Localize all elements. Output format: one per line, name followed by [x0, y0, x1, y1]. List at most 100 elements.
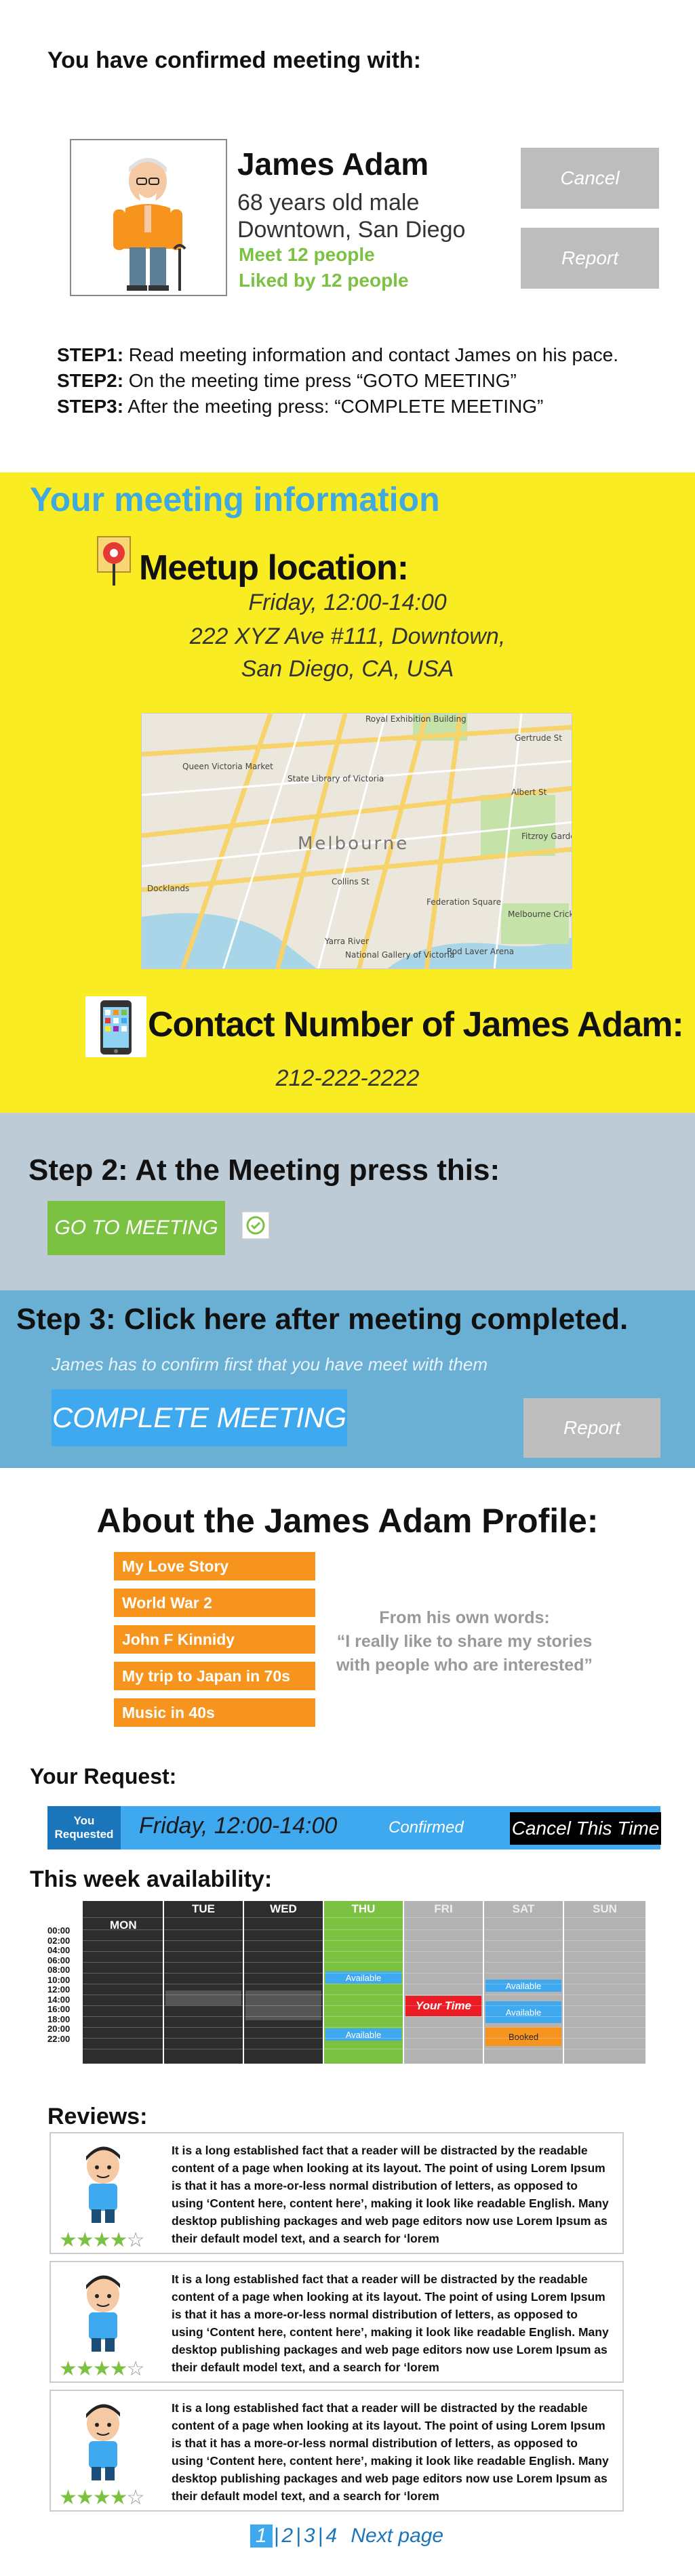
day-label: TUE — [192, 1902, 215, 1915]
star-icon: ★★★★ — [59, 2487, 128, 2509]
day-label: MON — [110, 1919, 137, 1931]
map-pin-icon — [96, 535, 132, 587]
reviewer-avatar-icon — [86, 2275, 120, 2352]
day-label: SAT — [512, 1902, 535, 1915]
map-label: Collins St — [332, 877, 370, 886]
meet-count: Meet 12 people — [239, 244, 375, 265]
slot-available[interactable]: Available — [325, 2028, 401, 2041]
goto-meeting-button[interactable]: GO TO MEETING — [47, 1201, 225, 1255]
map-label: Yarra River — [324, 937, 369, 946]
request-heading: Your Request: — [30, 1764, 177, 1788]
review-text: It is a long established fact that a rea… — [172, 2401, 609, 2503]
review-text: It is a long established fact that a rea… — [172, 2272, 609, 2374]
page-link-1[interactable]: 1 — [250, 2524, 273, 2548]
meeting-map[interactable]: Queen Victoria Market State Library of V… — [141, 713, 572, 969]
availability-heading: This week availability: — [30, 1866, 273, 1892]
story-tag[interactable]: Music in 40s — [114, 1698, 315, 1727]
day-column-wed: WED — [244, 1901, 323, 2064]
contact-phone[interactable]: 212-222-2222 — [0, 1065, 695, 1092]
slot-available[interactable]: Available — [485, 2001, 561, 2023]
slot-available[interactable]: Available — [485, 1980, 561, 1992]
meeting-address-line1: 222 XYZ Ave #111, Downtown, — [189, 623, 506, 649]
map-label: Royal Exhibition Building — [365, 714, 466, 724]
map-city-label: Melbourne — [298, 834, 409, 854]
step-3: STEP3: After the meeting press: “COMPLET… — [57, 396, 544, 417]
story-tag[interactable]: World War 2 — [114, 1589, 315, 1617]
review-card: ★★★★☆ It is a long established fact that… — [49, 2261, 624, 2383]
step3-report-button[interactable]: Report — [523, 1398, 660, 1458]
profile-location: Downtown, San Diego — [237, 217, 466, 243]
slot-your-time[interactable]: Your Time — [405, 1996, 481, 2016]
profile-age-gender: 68 years old male — [237, 190, 420, 216]
map-label: National Gallery of Victoria — [345, 950, 454, 960]
map-label: State Library of Victoria — [287, 774, 384, 783]
cancel-button[interactable]: Cancel — [521, 148, 659, 209]
map-label: Albert St — [511, 788, 547, 797]
complete-meeting-button[interactable]: COMPLETE MEETING — [52, 1389, 347, 1446]
map-label: Federation Square — [426, 897, 501, 907]
review-rating: ★★★★☆ — [59, 2228, 145, 2252]
star-icon: ★★★★ — [59, 2229, 128, 2251]
reviews-heading: Reviews: — [47, 2104, 148, 2129]
slot-available[interactable]: Available — [325, 1971, 401, 1984]
review-rating: ★★★★☆ — [59, 2357, 145, 2381]
check-circle-icon — [242, 1212, 269, 1239]
map-label: Melbourne Cricket Ground — [508, 909, 572, 919]
story-tag[interactable]: My Love Story — [114, 1552, 315, 1580]
profile-name: James Adam — [237, 146, 429, 182]
confirmation-heading: You have confirmed meeting with: — [47, 47, 421, 73]
meeting-time: Friday, 12:00-14:00 — [248, 590, 447, 615]
step3-note: James has to confirm first that you have… — [52, 1354, 488, 1374]
star-icon: ★★★★ — [59, 2358, 128, 2380]
cancel-this-time-button[interactable]: Cancel This Time — [510, 1812, 661, 1845]
map-label: Gertrude St — [515, 733, 562, 743]
step3-heading: Step 3: Click here after meeting complet… — [16, 1303, 629, 1336]
day-label: WED — [270, 1902, 297, 1915]
day-label: THU — [324, 1901, 403, 1917]
step2-heading: Step 2: At the Meeting press this: — [28, 1153, 500, 1187]
step-2: STEP2: On the meeting time press “GOTO M… — [57, 370, 517, 391]
day-column-sat: SAT Available Available Booked — [484, 1901, 563, 2064]
day-label: FRI — [434, 1902, 453, 1915]
review-rating: ★★★★☆ — [59, 2486, 145, 2510]
next-page-link[interactable]: Next page — [344, 2524, 445, 2548]
contact-number-heading: Contact Number of James Adam: — [148, 1005, 684, 1044]
story-tag[interactable]: My trip to Japan in 70s — [114, 1662, 315, 1690]
request-time: Friday, 12:00-14:00 — [139, 1813, 338, 1839]
day-column-fri: FRI Your Time — [404, 1901, 483, 2064]
star-icon: ☆ — [126, 2358, 145, 2380]
day-column-sun: SUN — [564, 1901, 646, 2064]
story-tag[interactable]: John F Kinnidy — [114, 1625, 315, 1654]
page-link-3[interactable]: 3 — [302, 2524, 317, 2548]
star-icon: ☆ — [126, 2487, 145, 2509]
review-text: It is a long established fact that a rea… — [172, 2144, 609, 2245]
review-card: ★★★★☆ It is a long established fact that… — [49, 2132, 624, 2254]
page-link-4[interactable]: 4 — [324, 2524, 338, 2548]
about-heading: About the James Adam Profile: — [96, 1502, 599, 1540]
profile-quote: From his own words: “I really like to sh… — [336, 1608, 593, 1675]
review-card: ★★★★☆ It is a long established fact that… — [49, 2390, 624, 2512]
liked-count: Liked by 12 people — [239, 270, 409, 291]
day-column-mon: MON — [83, 1901, 163, 2064]
meeting-info-heading: Your meeting information — [30, 481, 440, 518]
map-label: Docklands — [147, 884, 189, 893]
reviewer-avatar-icon — [86, 2404, 120, 2480]
pagination: 1 | 2 | 3 | 4 Next page — [0, 2524, 695, 2548]
day-label: SUN — [593, 1902, 617, 1915]
report-button[interactable]: Report — [521, 228, 659, 289]
request-status: Confirmed — [389, 1818, 464, 1837]
day-column-thu: THU Available Available — [324, 1901, 403, 2064]
profile-avatar — [70, 139, 227, 296]
map-label: Queen Victoria Market — [182, 762, 273, 771]
day-column-tue: TUE — [164, 1901, 243, 2064]
elderly-man-avatar — [113, 158, 186, 291]
step-1: STEP1: Read meeting information and cont… — [57, 344, 618, 365]
star-icon: ☆ — [126, 2229, 145, 2251]
meeting-address-line2: San Diego, CA, USA — [241, 656, 454, 682]
steps-list: STEP1: Read meeting information and cont… — [57, 342, 618, 420]
meetup-location-heading: Meetup location: — [139, 548, 409, 588]
page-link-2[interactable]: 2 — [280, 2524, 294, 2548]
map-label: Rod Laver Arena — [447, 947, 514, 956]
slot-booked: Booked — [485, 2027, 561, 2046]
you-requested-label: You Requested — [47, 1806, 121, 1849]
